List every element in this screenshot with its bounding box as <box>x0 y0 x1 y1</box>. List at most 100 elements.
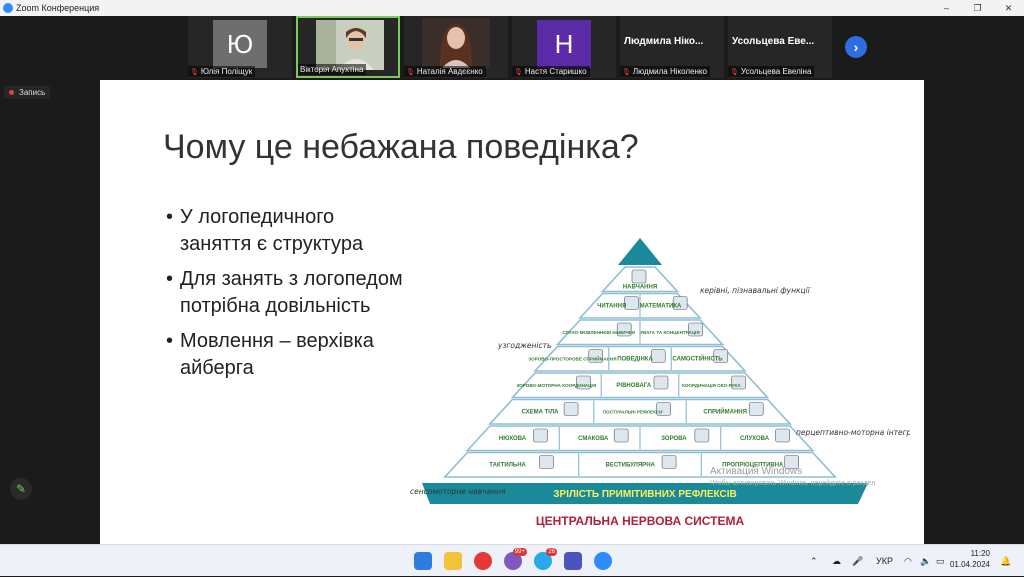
pyramid-cell-icon <box>748 402 764 416</box>
participant-strip: Ю 🎙 Юлія Поліщук Вікторія Апухтіна 🎙 Натал… <box>0 16 1024 80</box>
avatar: Ю <box>213 20 267 68</box>
participant-tile[interactable]: Людмила Ніко... 🎙 Людмила Ніколенко <box>620 16 724 78</box>
pyramid-cell-label: НАВЧАННЯ <box>623 285 657 291</box>
note-left-mid: узгодженість <box>497 341 551 350</box>
mic-muted-icon: 🎙 <box>190 68 199 76</box>
participant-tile[interactable]: Усольцева Еве... 🎙 Усольцева Евеліна <box>728 16 832 78</box>
pyramid-cells: НАВЧАННЯ ЧИТАННЯ МАТЕМАТИКА СЛУХО-МОВЛЕННЄВ… <box>443 266 837 478</box>
note-right-mid: перцептивно-моторна інтеграція <box>796 428 910 437</box>
viber-icon[interactable]: 99+ <box>504 548 527 570</box>
participant-name: Вікторія Апухтіна <box>298 64 367 75</box>
pyramid-cell-label: ЧИТАННЯ <box>597 304 626 310</box>
participant-name: 🎙 Настя Старишко <box>512 66 590 77</box>
avatar: Н <box>537 20 591 68</box>
pyramid-caption: ЦЕНТРАЛЬНА НЕРВОВА СИСТЕМА <box>536 514 745 528</box>
chevron-right-icon[interactable]: › <box>845 36 867 58</box>
tray-cloud-icon[interactable]: ☁ <box>832 545 841 577</box>
taskbar: 99+ 26 ⌃ ☁ 🎤 УКР ◠ 🔈 ▭ 11:20 01.04.2024 … <box>0 544 1024 576</box>
shared-slide: Чому це небажана поведінка? У логопедичн… <box>100 80 924 544</box>
teams-icon[interactable] <box>564 552 582 570</box>
pyramid-cell-label: ЗОРОВА <box>661 436 687 442</box>
clock[interactable]: 11:20 01.04.2024 <box>950 548 990 570</box>
pyramid-cell-icon <box>661 455 677 469</box>
participant-display-name: Усольцева Еве... <box>732 36 815 47</box>
pyramid-cell-icon <box>533 428 548 443</box>
battery-icon[interactable]: ▭ <box>936 545 945 577</box>
pyramid-cell-icon <box>694 428 710 443</box>
recording-indicator[interactable]: Запись <box>4 86 51 99</box>
pyramid-cell-label: ТАКТИЛЬНА <box>489 463 526 469</box>
windows-watermark: Активация Windows <box>710 466 803 477</box>
participant-name: 🎙 Наталія Авдєєнко <box>404 66 486 77</box>
participant-tile[interactable]: Н 🎙 Настя Старишко <box>512 16 616 78</box>
pyramid-cell-label: НЮХОВА <box>499 436 527 442</box>
pyramid-cell-label: МАТЕМАТИКА <box>640 304 682 310</box>
pyramid-tip <box>618 238 662 265</box>
record-dot-icon <box>9 90 14 95</box>
clock-time: 11:20 <box>970 549 990 558</box>
notifications-bell-icon[interactable]: 🔔 <box>1000 545 1011 577</box>
pyramid-cell-label: ПОВЕДІНКА <box>617 357 653 363</box>
pyramid-cell-icon <box>653 375 669 390</box>
window-controls: – ❐ ✕ <box>931 0 1024 16</box>
participant-tile[interactable]: Ю 🎙 Юлія Поліщук <box>188 16 292 78</box>
maximize-button[interactable]: ❐ <box>962 0 993 16</box>
close-button[interactable]: ✕ <box>993 0 1024 16</box>
clock-date: 01.04.2024 <box>949 560 990 569</box>
telegram-icon[interactable]: 26 <box>534 548 557 570</box>
pyramid-cell-icon <box>613 428 629 443</box>
pyramid-cell-label: ПОСТУРАЛЬНІ РЕФЛЕКСИ <box>603 410 663 415</box>
pyramid-cell-label: СЛУХО-МОВЛЕННЄВІ НАВИЧКИ <box>562 330 635 335</box>
pyramid-cell-label: САМОСТІЙНІСТЬ <box>672 355 723 363</box>
zoom-logo-icon <box>3 3 13 13</box>
participant-tile-active[interactable]: Вікторія Апухтіна <box>296 16 400 78</box>
pyramid-cell-icon <box>563 402 579 416</box>
participant-name: 🎙 Людмила Ніколенко <box>620 66 710 77</box>
bullet-item: Мовлення – верхівка айберга <box>166 328 406 382</box>
mic-muted-icon: 🎙 <box>514 68 523 76</box>
participant-video <box>316 20 384 70</box>
pyramid-cell-icon <box>631 269 647 284</box>
pyramid-cell-icon <box>624 296 639 310</box>
pyramid-cell-label: ВЕСТИБУЛЯРНА <box>606 463 656 469</box>
participant-display-name: Людмила Ніко... <box>624 36 704 47</box>
wifi-icon[interactable]: ◠ <box>904 545 912 577</box>
mic-muted-icon: 🎙 <box>406 68 415 76</box>
pyramid-cell-label: РІВНОВАГА <box>616 383 651 389</box>
pyramid-cell-icon <box>775 428 790 443</box>
pyramid-cell-label: ЗОРОВО-ПРОСТОРОВЕ СПРИЙМАННЯ <box>528 355 616 362</box>
pyramid-base-label: ЗРІЛІСТЬ ПРИМІТИВНИХ РЕФЛЕКСІВ <box>553 489 736 500</box>
zoom-app-icon[interactable] <box>594 552 612 570</box>
pyramid-cell-label: ЗОРОВО-МОТОРНА КООРДИНАЦІЯ <box>516 383 596 388</box>
language-indicator[interactable]: УКР <box>876 545 893 577</box>
pencil-icon[interactable]: ✎ <box>10 478 32 500</box>
note-left-low: сенсомоторне навчання <box>410 487 506 496</box>
volume-icon[interactable]: 🔈 <box>920 545 931 577</box>
bullet-item: У логопедичного заняття є структура <box>166 204 406 258</box>
note-top: керівні, пізнавальні функції <box>700 286 811 295</box>
mic-muted-icon: 🎙 <box>730 68 739 76</box>
windows-start-icon[interactable] <box>414 552 432 570</box>
pyramid-cell-label: СМАКОВА <box>578 436 609 442</box>
pyramid-cell-label: КООРДИНАЦІЯ ОКО-РУКА <box>682 383 741 388</box>
slide-bullets: У логопедичного заняття є структура Для … <box>166 204 406 390</box>
tray-mic-icon[interactable]: 🎤 <box>852 545 863 577</box>
pyramid-cell-label: СЛУХОВА <box>740 436 770 442</box>
tray-chevron-up-icon[interactable]: ⌃ <box>810 545 818 577</box>
participant-tile[interactable]: 🎙 Наталія Авдєєнко <box>404 16 508 78</box>
participant-name: 🎙 Юлія Поліщук <box>188 66 256 77</box>
pyramid-cell-label: УВАГА ТА КОНЦЕНТРАЦІЯ <box>640 330 699 335</box>
minimize-button[interactable]: – <box>931 0 962 16</box>
participant-name: 🎙 Усольцева Евеліна <box>728 66 815 77</box>
bullet-item: Для занять з логопедом потрібна довільні… <box>166 266 406 320</box>
participant-video <box>422 18 490 68</box>
windows-watermark-hint: Чтобы активировать Windows, перейдите в … <box>710 480 876 487</box>
file-explorer-icon[interactable] <box>444 552 462 570</box>
pyramid-cell-icon <box>539 455 554 469</box>
mic-muted-icon: 🎙 <box>622 68 631 76</box>
pyramid-cell-label: СПРИЙМАННЯ <box>703 408 747 416</box>
window-title: Zoom Конференция <box>16 3 100 13</box>
window-titlebar: Zoom Конференция – ❐ ✕ <box>0 0 1024 16</box>
pyramid-cell-icon <box>650 349 666 363</box>
opera-browser-icon[interactable] <box>474 552 492 570</box>
